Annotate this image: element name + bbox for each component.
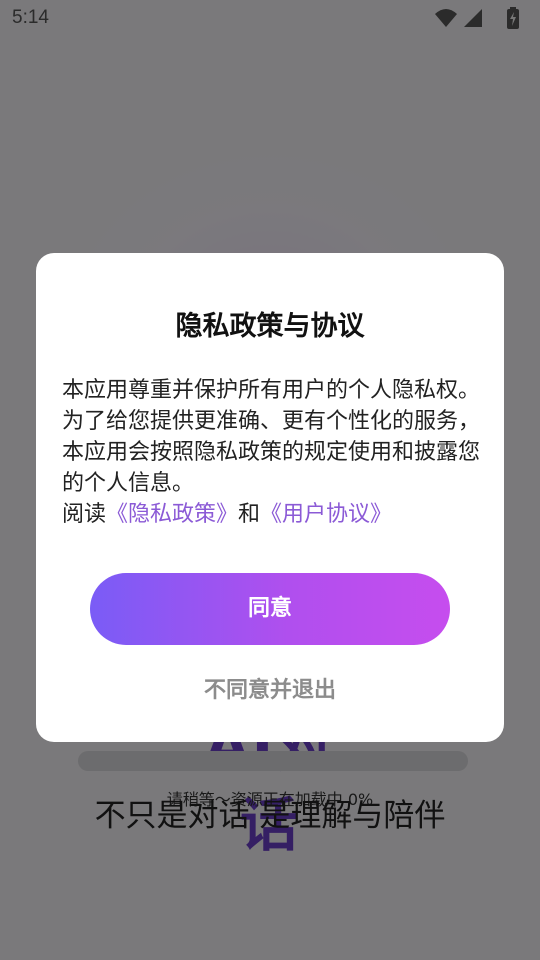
and-text: 和: [238, 502, 261, 527]
cellular-signal-icon: [462, 7, 484, 33]
privacy-policy-link[interactable]: 《隐私政策》: [106, 502, 238, 527]
status-time: 5:14: [12, 7, 49, 28]
dialog-title: 隐私政策与协议: [175, 311, 365, 342]
dialog-body-text: 本应用尊重并保护所有用户的个人隐私权。为了给您提供更准确、更有个性化的服务， 本…: [62, 378, 481, 496]
wifi-icon: [434, 7, 458, 33]
user-agreement-link[interactable]: 《用户协议》: [260, 502, 392, 527]
battery-charging-icon: [506, 7, 520, 33]
privacy-dialog: 隐私政策与协议 本应用尊重并保护所有用户的个人隐私权。为了给您提供更准确、更有个…: [36, 253, 504, 742]
agree-button[interactable]: 同意: [90, 573, 450, 645]
status-bar: 5:14: [0, 0, 540, 38]
read-prefix-text: 阅读: [62, 502, 107, 527]
dialog-body: 本应用尊重并保护所有用户的个人隐私权。为了给您提供更准确、更有个性化的服务， 本…: [62, 375, 482, 530]
disagree-exit-button[interactable]: 不同意并退出: [170, 673, 370, 709]
